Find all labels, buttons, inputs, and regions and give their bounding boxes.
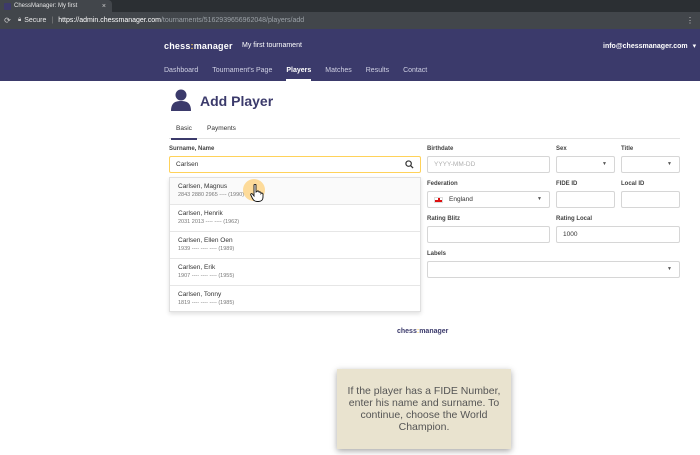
caret-down-icon: ▾ [692, 43, 697, 50]
local-id-input[interactable] [621, 191, 680, 208]
labels-label: Labels [427, 251, 447, 257]
suggestion-item[interactable]: Carlsen, Ellen Oen 1939 ---- ---- ---- (… [170, 232, 420, 259]
local-id-label: Local ID [621, 181, 645, 187]
title-label: Title [621, 146, 634, 152]
page: ChessManager: My first × ⟳ 🔒︎ Secure | h… [0, 0, 700, 455]
url-path[interactable]: /tournaments/5162939656962048/players/ad… [161, 17, 304, 24]
surname-value: Carlsen [176, 161, 199, 168]
secure-label: Secure [24, 17, 47, 24]
suggestion-name: Carlsen, Erik [178, 264, 216, 271]
suggestion-item[interactable]: Carlsen, Tonny 1819 ---- ---- ---- (1985… [170, 286, 420, 313]
tab-basic[interactable]: Basic [171, 125, 197, 140]
browser-tab-title: ChessManager: My first [14, 3, 78, 9]
tab-close-icon[interactable]: × [102, 3, 106, 10]
sex-label: Sex [556, 146, 567, 152]
suggestion-name: Carlsen, Tonny [178, 291, 222, 298]
nav-results[interactable]: Results [366, 67, 389, 79]
app-header: chess:manager My first tournament info@c… [0, 29, 700, 81]
browser-tab-bar: ChessManager: My first × [0, 0, 700, 12]
surname-input[interactable]: Carlsen [169, 156, 421, 173]
footer-brand-part1: chess [397, 328, 417, 335]
footer-logo: chess:manager [397, 328, 448, 335]
browser-tab[interactable]: ChessManager: My first × [0, 0, 112, 12]
nav-dashboard[interactable]: Dashboard [164, 67, 198, 79]
rating-blitz-label: Rating Blitz [427, 216, 460, 222]
tutorial-tooltip: If the player has a FIDE Number, enter h… [337, 369, 511, 449]
brand-part1: chess [164, 41, 191, 51]
title-select[interactable]: ▼ [621, 156, 680, 173]
hand-cursor-icon [250, 184, 264, 202]
surname-label: Surname, Name [169, 146, 215, 152]
tooltip-text: If the player has a FIDE Number, enter h… [347, 385, 501, 433]
brand-part2: manager [193, 41, 233, 51]
birthdate-input[interactable]: YYYY-MM-DD [427, 156, 550, 173]
chevron-down-icon: ▼ [667, 266, 672, 272]
tab-payments[interactable]: Payments [207, 125, 236, 132]
nav-players[interactable]: Players [286, 67, 311, 81]
search-icon[interactable] [405, 160, 414, 169]
rating-local-input[interactable]: 1000 [556, 226, 680, 243]
suggestion-name: Carlsen, Henrik [178, 210, 223, 217]
suggestion-details: 1907 ---- ---- ---- (1955) [178, 273, 235, 279]
player-suggestions: Carlsen, Magnus 2843 2880 2965 ---- (199… [169, 177, 421, 312]
chevron-down-icon: ▼ [602, 161, 607, 167]
tournament-name[interactable]: My first tournament [242, 42, 302, 49]
fide-id-input[interactable] [556, 191, 615, 208]
birthdate-label: Birthdate [427, 146, 454, 152]
suggestion-name: Carlsen, Ellen Oen [178, 237, 233, 244]
brand-logo[interactable]: chess:manager [164, 41, 233, 51]
chevron-down-icon: ▼ [537, 196, 542, 202]
birthdate-placeholder: YYYY-MM-DD [434, 161, 476, 168]
federation-value: England [449, 196, 473, 203]
suggestion-details: 1819 ---- ---- ---- (1985) [178, 300, 235, 306]
federation-label: Federation [427, 181, 458, 187]
rating-local-value: 1000 [563, 231, 578, 238]
browser-menu-icon[interactable]: ⋮ [686, 16, 694, 25]
url-host[interactable]: https://admin.chessmanager.com [58, 17, 161, 24]
suggestion-details: 2031 2013 ---- ---- (1962) [178, 219, 240, 225]
sex-select[interactable]: ▼ [556, 156, 615, 173]
england-flag-icon [434, 196, 443, 203]
suggestion-details: 1939 ---- ---- ---- (1989) [178, 246, 235, 252]
rating-blitz-input[interactable] [427, 226, 550, 243]
reload-icon[interactable]: ⟳ [3, 16, 12, 25]
labels-select[interactable]: ▼ [427, 261, 680, 278]
page-title: Add Player [200, 93, 274, 109]
user-menu[interactable]: info@chessmanager.com ▾ [603, 42, 696, 50]
suggestion-item[interactable]: Carlsen, Henrik 2031 2013 ---- ---- (196… [170, 205, 420, 232]
user-email: info@chessmanager.com [603, 43, 688, 50]
suggestion-name: Carlsen, Magnus [178, 183, 228, 190]
nav-contact[interactable]: Contact [403, 67, 427, 79]
suggestion-item[interactable]: Carlsen, Erik 1907 ---- ---- ---- (1955) [170, 259, 420, 286]
suggestion-item[interactable]: Carlsen, Magnus 2843 2880 2965 ---- (199… [170, 178, 420, 205]
url-separator: | [51, 17, 54, 24]
main-nav: Dashboard Tournament's Page Players Matc… [164, 67, 441, 81]
fide-id-label: FIDE ID [556, 181, 578, 187]
favicon-icon [4, 2, 11, 10]
footer-brand-part2: manager [419, 328, 449, 335]
rating-local-label: Rating Local [556, 216, 593, 222]
suggestion-details: 2843 2880 2965 ---- (1990) [178, 192, 245, 198]
address-bar: ⟳ 🔒︎ Secure | https://admin.chessmanager… [0, 12, 700, 29]
user-icon [171, 89, 191, 111]
chevron-down-icon: ▼ [667, 161, 672, 167]
federation-select[interactable]: England ▼ [427, 191, 550, 208]
nav-tournaments-page[interactable]: Tournament's Page [212, 67, 272, 79]
nav-matches[interactable]: Matches [325, 67, 351, 79]
form-tabs: Basic Payments [169, 125, 680, 140]
lock-icon: 🔒︎ [18, 17, 22, 23]
